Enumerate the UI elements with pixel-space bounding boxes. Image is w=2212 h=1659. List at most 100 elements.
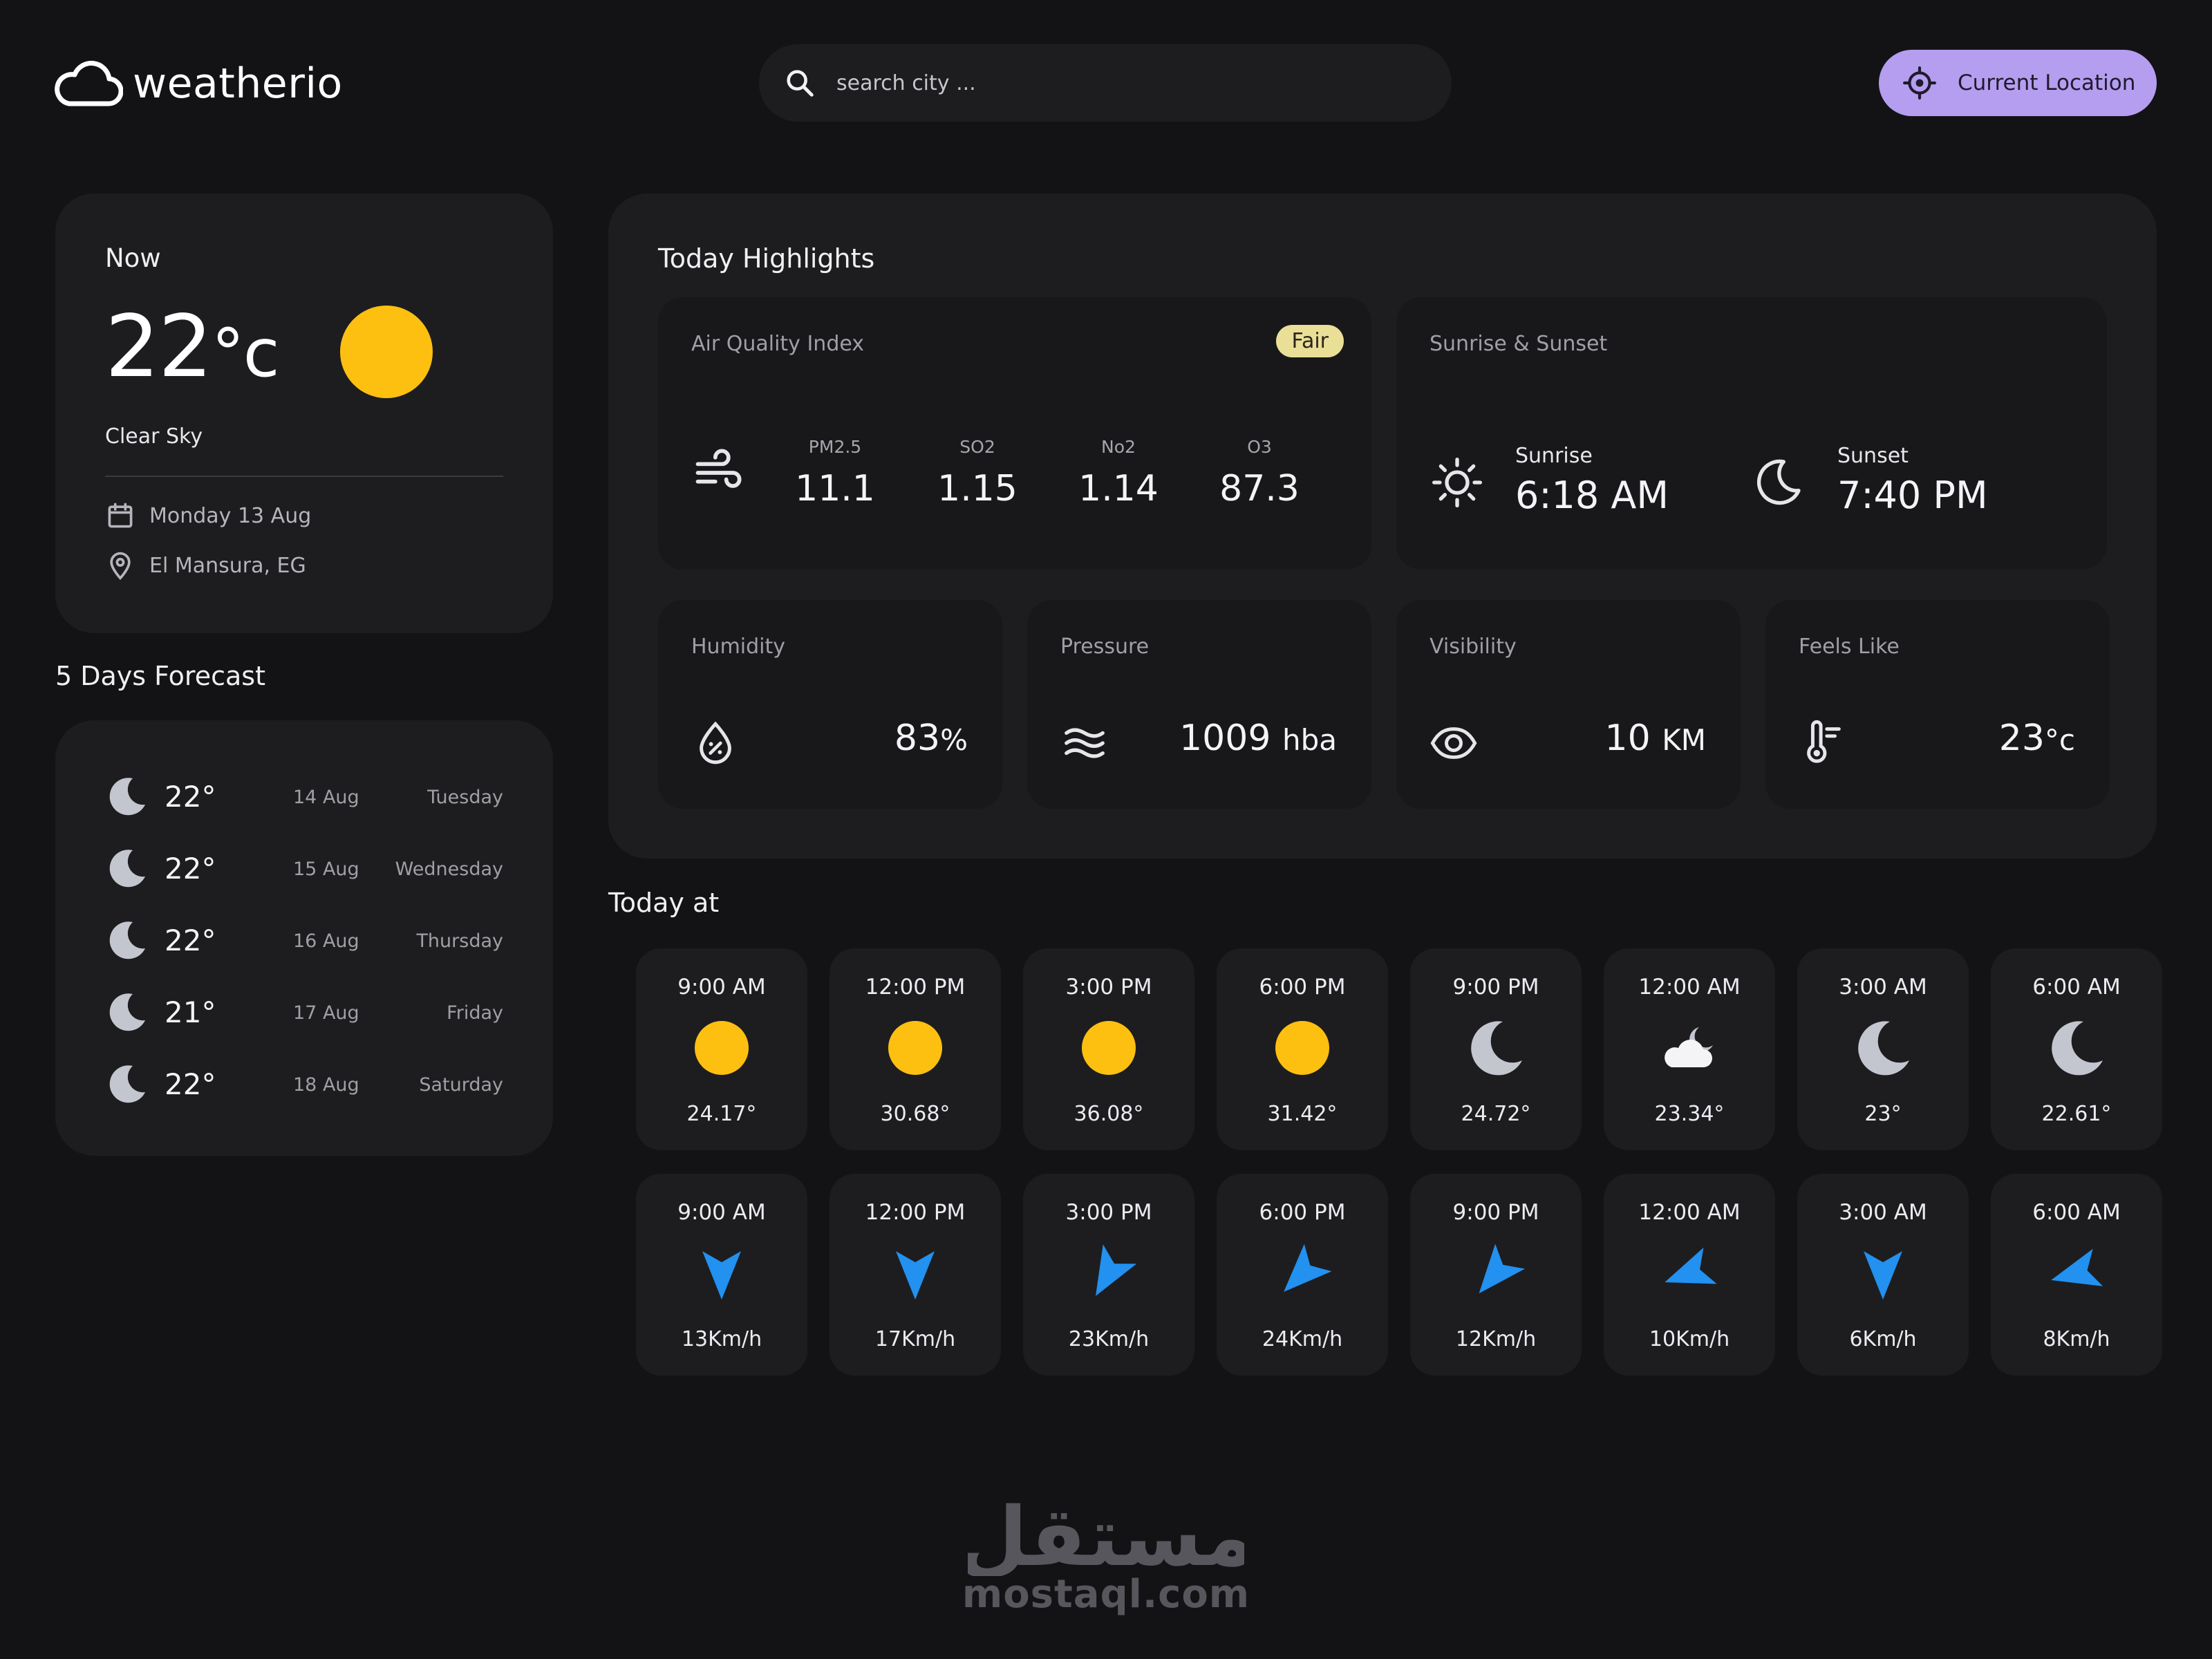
- hour-temp: 24.17°: [686, 1102, 757, 1126]
- hourly-temp-tile: 9:00 AM 24.17°: [636, 948, 807, 1150]
- feels-like-value: 23°c: [1998, 718, 2075, 759]
- feels-like-label: Feels Like: [1799, 635, 1900, 659]
- sunset: Sunset 7:40 PM: [1837, 444, 1988, 517]
- hour-temp: 31.42°: [1267, 1102, 1338, 1126]
- current-date-text: Monday 13 Aug: [149, 503, 312, 528]
- forecast-temp: 22°: [165, 852, 216, 885]
- thermometer-icon: [1807, 720, 1841, 763]
- hour-wind-speed: 17Km/h: [874, 1327, 956, 1351]
- forecast-date: 14 Aug: [293, 787, 359, 808]
- moon-icon: [109, 993, 145, 1031]
- aqi-value: 1.15: [937, 468, 1018, 509]
- wind-direction-icon: [896, 1251, 935, 1300]
- feels-like-box: Feels Like 23°c: [1765, 600, 2110, 809]
- wind-direction-icon: [2051, 1248, 2103, 1286]
- eye-icon: [1430, 727, 1477, 759]
- forecast-temp: 21°: [165, 995, 216, 1029]
- hour-wind-speed: 24Km/h: [1262, 1327, 1343, 1351]
- cloud-logo-icon: [55, 60, 123, 106]
- hourly-wind-tile: 3:00 PM 23Km/h: [1023, 1174, 1194, 1376]
- divider: [105, 476, 503, 477]
- hourly-wind-tile: 12:00 AM 10Km/h: [1604, 1174, 1775, 1376]
- visibility-label: Visibility: [1430, 635, 1517, 659]
- hour-time: 12:00 AM: [1638, 1200, 1741, 1225]
- app-name: weatherio: [133, 59, 343, 108]
- location-target-icon: [1903, 66, 1936, 100]
- sunset-time: 7:40 PM: [1837, 474, 1988, 517]
- search-bar[interactable]: [759, 44, 1452, 122]
- hourly-temp-tile: 12:00 PM 30.68°: [830, 948, 1001, 1150]
- humidity-value: 83%: [894, 718, 968, 759]
- hourly-wind-tile: 6:00 AM 8Km/h: [1991, 1174, 2162, 1376]
- visibility-value: 10 KM: [1604, 718, 1706, 759]
- moon-icon: [2052, 1021, 2103, 1076]
- hour-temp: 23.34°: [1654, 1102, 1725, 1126]
- hour-time: 9:00 PM: [1452, 975, 1539, 1000]
- highlights-card: Today Highlights Air Quality Index Fair …: [608, 194, 2157, 859]
- forecast-row: 21° 17 Aug Friday: [105, 984, 503, 1040]
- sun-icon: [1275, 1021, 1329, 1075]
- aqi-label: Air Quality Index: [691, 332, 865, 356]
- highlights-title: Today Highlights: [658, 243, 875, 274]
- forecast-date: 17 Aug: [293, 1002, 359, 1024]
- forecast-day: Saturday: [419, 1074, 503, 1096]
- aqi-o3: O3 87.3: [1204, 437, 1315, 509]
- hourly-wind-tile: 3:00 AM 6Km/h: [1797, 1174, 1969, 1376]
- forecast-date: 15 Aug: [293, 859, 359, 880]
- current-location-label: Current Location: [1958, 71, 2136, 95]
- hour-time: 3:00 PM: [1065, 1200, 1152, 1225]
- sun-icon: [888, 1021, 942, 1075]
- hour-wind-speed: 13Km/h: [681, 1327, 762, 1351]
- current-date: Monday 13 Aug: [105, 500, 311, 531]
- hourly-temp-tile: 6:00 AM 22.61°: [1991, 948, 2162, 1150]
- sunrise: Sunrise 6:18 AM: [1515, 444, 1669, 517]
- hour-wind-speed: 12Km/h: [1455, 1327, 1537, 1351]
- aqi-so2: SO2 1.15: [922, 437, 1033, 509]
- svg-text:مستقل: مستقل: [968, 1493, 1244, 1576]
- wind-icon: [695, 449, 742, 488]
- current-location-button[interactable]: Current Location: [1879, 50, 2157, 116]
- hour-time: 3:00 AM: [1839, 1200, 1927, 1225]
- hour-time: 3:00 PM: [1065, 975, 1152, 1000]
- air-quality-box: Air Quality Index Fair PM2.5 11.1 SO2 1.…: [658, 297, 1371, 570]
- sunrise-label: Sunrise: [1515, 444, 1593, 468]
- app-logo[interactable]: weatherio: [54, 58, 343, 109]
- wind-direction-icon: [1864, 1251, 1902, 1300]
- search-input[interactable]: [836, 71, 1389, 95]
- sunrise-time: 6:18 AM: [1515, 474, 1669, 517]
- hour-time: 6:00 PM: [1259, 1200, 1346, 1225]
- wind-direction-icon: [702, 1251, 741, 1300]
- aqi-pm25: PM2.5 11.1: [780, 437, 890, 509]
- hour-time: 12:00 AM: [1638, 975, 1741, 1000]
- aqi-value: 1.14: [1078, 468, 1159, 509]
- hour-time: 12:00 PM: [865, 1200, 966, 1225]
- forecast-date: 18 Aug: [293, 1074, 359, 1096]
- wind-direction-icon: [1096, 1244, 1137, 1296]
- search-icon: [787, 70, 814, 97]
- hour-temp: 30.68°: [880, 1102, 950, 1126]
- now-label: Now: [105, 243, 161, 273]
- hour-temp: 23°: [1864, 1102, 1902, 1126]
- wind-direction-icon: [1479, 1244, 1526, 1294]
- aqi-key: SO2: [959, 437, 995, 457]
- forecast-day: Wednesday: [395, 859, 503, 880]
- current-temperature: 22°c: [105, 297, 280, 397]
- forecast-row: 22° 18 Aug Saturday: [105, 1056, 503, 1112]
- pressure-label: Pressure: [1060, 635, 1150, 659]
- hourly-temp-tile: 6:00 PM 31.42°: [1217, 948, 1388, 1150]
- forecast-temp: 22°: [165, 780, 216, 814]
- mostaql-watermark: مستقل mostaql.com: [962, 1493, 1249, 1617]
- cloud-moon-icon: [1665, 1027, 1713, 1067]
- today-at-title: Today at: [608, 888, 720, 918]
- hour-time: 3:00 AM: [1839, 975, 1927, 1000]
- mostaql-text: mostaql.com: [962, 1572, 1250, 1617]
- forecast-temp: 22°: [165, 1067, 216, 1101]
- moon-icon: [109, 1065, 145, 1103]
- hourly-wind-tile: 9:00 PM 12Km/h: [1410, 1174, 1582, 1376]
- sun-label: Sunrise & Sunset: [1430, 332, 1608, 356]
- pressure-value: 1009 hba: [1179, 718, 1337, 759]
- humidity-label: Humidity: [691, 635, 786, 659]
- hour-time: 9:00 AM: [677, 975, 766, 1000]
- humidity-box: Humidity 83%: [658, 600, 1002, 809]
- forecast-card: 22° 14 Aug Tuesday 22° 15 Aug Wednesday …: [55, 720, 553, 1156]
